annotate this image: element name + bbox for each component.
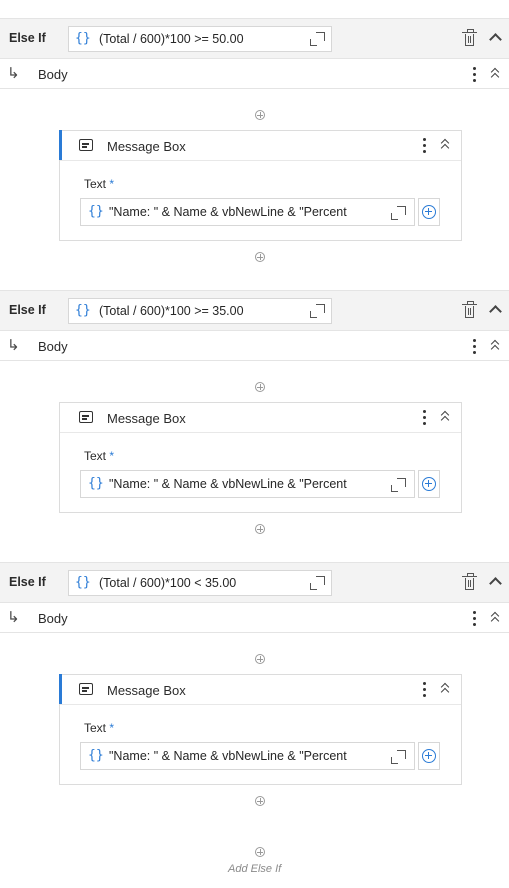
body-arrow-icon: ↳ — [7, 65, 20, 82]
text-value: "Name: " & Name & vbNewLine & "Percent — [109, 205, 347, 219]
message-box-header: Message Box — [59, 130, 461, 161]
message-box-header: Message Box — [59, 674, 461, 705]
text-field-label: Text * — [84, 721, 115, 735]
required-marker: * — [109, 721, 115, 735]
else-if-label: Else If — [9, 31, 46, 45]
add-activity-icon[interactable] — [255, 382, 265, 392]
more-options-icon[interactable] — [423, 682, 426, 697]
text-input[interactable]: {} "Name: " & Name & vbNewLine & "Percen… — [80, 198, 415, 226]
text-value: "Name: " & Name & vbNewLine & "Percent — [109, 477, 347, 491]
condition-text: (Total / 600)*100 < 35.00 — [99, 576, 237, 590]
expression-braces-icon[interactable]: {} — [75, 575, 91, 590]
plus-circle-icon — [422, 749, 436, 763]
collapse-double-chevron-icon[interactable] — [441, 411, 449, 423]
text-field-label: Text * — [84, 449, 115, 463]
message-box-title: Message Box — [107, 683, 186, 698]
add-activity-icon[interactable] — [255, 110, 265, 120]
body-arrow-icon: ↳ — [7, 337, 20, 354]
text-value: "Name: " & Name & vbNewLine & "Percent — [109, 749, 347, 763]
trash-icon[interactable] — [462, 29, 477, 46]
collapse-chevron-up-icon[interactable] — [489, 33, 502, 46]
body-header: ↳ Body — [0, 59, 509, 89]
expression-braces-icon[interactable]: {} — [88, 748, 104, 763]
expand-editor-icon[interactable] — [310, 304, 325, 318]
condition-text: (Total / 600)*100 >= 50.00 — [99, 32, 244, 46]
more-options-icon[interactable] — [473, 339, 476, 354]
expand-editor-icon[interactable] — [391, 750, 406, 764]
condition-input[interactable]: {} (Total / 600)*100 >= 50.00 — [68, 26, 332, 52]
add-activity-icon[interactable] — [255, 796, 265, 806]
more-options-icon[interactable] — [423, 410, 426, 425]
body-label: Body — [38, 339, 68, 354]
collapse-double-chevron-icon[interactable] — [491, 612, 499, 624]
add-else-if-link[interactable]: Add Else If — [228, 863, 281, 875]
expand-editor-icon[interactable] — [310, 32, 325, 46]
message-box-icon — [79, 411, 93, 423]
trash-icon[interactable] — [462, 301, 477, 318]
message-box-icon — [79, 139, 93, 151]
body-header: ↳ Body — [0, 331, 509, 361]
message-box-title: Message Box — [107, 139, 186, 154]
add-variable-button[interactable] — [418, 742, 440, 770]
expression-braces-icon[interactable]: {} — [88, 476, 104, 491]
plus-circle-icon — [422, 477, 436, 491]
else-if-header[interactable]: Else If {} (Total / 600)*100 >= 50.00 — [0, 18, 509, 59]
collapse-double-chevron-icon[interactable] — [441, 139, 449, 151]
condition-text: (Total / 600)*100 >= 35.00 — [99, 304, 244, 318]
else-if-label: Else If — [9, 575, 46, 589]
message-box-icon — [79, 683, 93, 695]
expand-editor-icon[interactable] — [391, 478, 406, 492]
add-variable-button[interactable] — [418, 198, 440, 226]
add-activity-icon[interactable] — [255, 654, 265, 664]
add-else-if-icon[interactable] — [255, 847, 265, 857]
message-box-activity[interactable]: Message Box Text * {} "Name: " & Name & … — [59, 130, 462, 241]
more-options-icon[interactable] — [473, 67, 476, 82]
required-marker: * — [109, 177, 115, 191]
text-field-label: Text * — [84, 177, 115, 191]
more-options-icon[interactable] — [423, 138, 426, 153]
condition-input[interactable]: {} (Total / 600)*100 >= 35.00 — [68, 298, 332, 324]
expand-editor-icon[interactable] — [310, 576, 325, 590]
collapse-chevron-up-icon[interactable] — [489, 305, 502, 318]
message-box-title: Message Box — [107, 411, 186, 426]
else-if-header[interactable]: Else If {} (Total / 600)*100 < 35.00 — [0, 562, 509, 603]
selection-accent — [59, 674, 62, 704]
collapse-double-chevron-icon[interactable] — [491, 340, 499, 352]
text-input[interactable]: {} "Name: " & Name & vbNewLine & "Percen… — [80, 470, 415, 498]
body-label: Body — [38, 611, 68, 626]
selection-accent — [59, 130, 62, 160]
body-label: Body — [38, 67, 68, 82]
plus-circle-icon — [422, 205, 436, 219]
collapse-double-chevron-icon[interactable] — [441, 683, 449, 695]
message-box-header: Message Box — [60, 403, 461, 433]
else-if-label: Else If — [9, 303, 46, 317]
expression-braces-icon[interactable]: {} — [88, 204, 104, 219]
add-activity-icon[interactable] — [255, 524, 265, 534]
expand-editor-icon[interactable] — [391, 206, 406, 220]
condition-input[interactable]: {} (Total / 600)*100 < 35.00 — [68, 570, 332, 596]
more-options-icon[interactable] — [473, 611, 476, 626]
message-box-activity[interactable]: Message Box Text * {} "Name: " & Name & … — [59, 674, 462, 785]
required-marker: * — [109, 449, 115, 463]
body-arrow-icon: ↳ — [7, 609, 20, 626]
else-if-header[interactable]: Else If {} (Total / 600)*100 >= 35.00 — [0, 290, 509, 331]
expression-braces-icon[interactable]: {} — [75, 31, 91, 46]
collapse-double-chevron-icon[interactable] — [491, 68, 499, 80]
text-input[interactable]: {} "Name: " & Name & vbNewLine & "Percen… — [80, 742, 415, 770]
add-variable-button[interactable] — [418, 470, 440, 498]
collapse-chevron-up-icon[interactable] — [489, 577, 502, 590]
trash-icon[interactable] — [462, 573, 477, 590]
add-activity-icon[interactable] — [255, 252, 265, 262]
message-box-activity[interactable]: Message Box Text * {} "Name: " & Name & … — [59, 402, 462, 513]
expression-braces-icon[interactable]: {} — [75, 303, 91, 318]
body-header: ↳ Body — [0, 603, 509, 633]
